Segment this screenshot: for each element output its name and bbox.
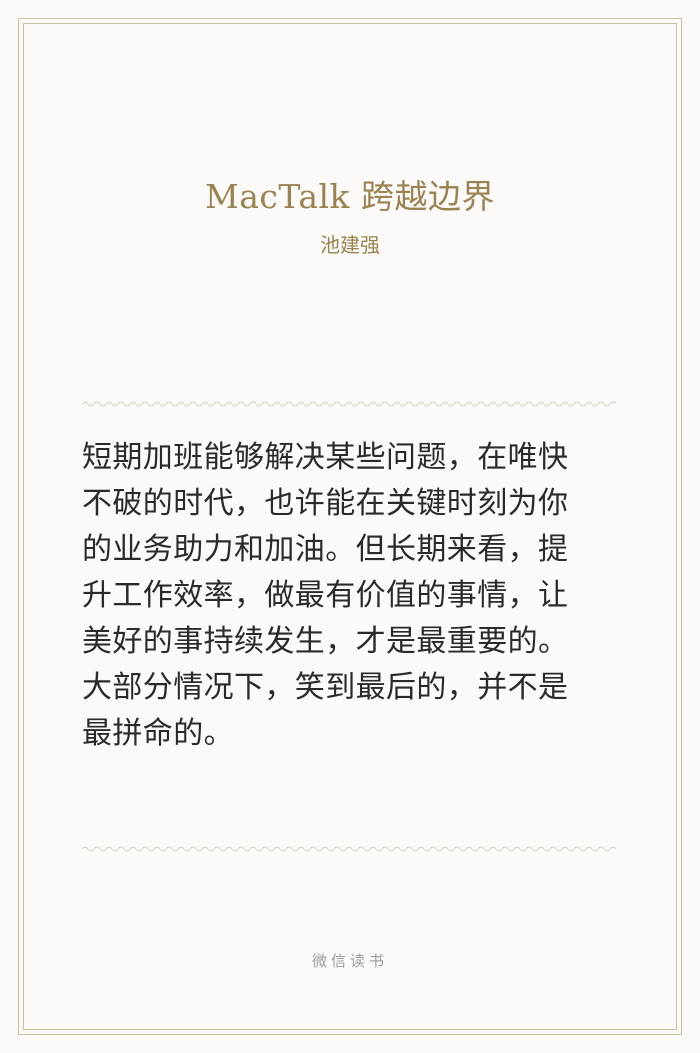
quote-line: 升工作效率，做最有价值的事情，让 (82, 578, 569, 613)
quote-line: 大部分情况下，笑到最后的，并不是 (82, 670, 569, 705)
quote-line: 最拼命的。 (82, 716, 234, 751)
book-author: 池建强 (320, 233, 380, 257)
wave-divider-top (82, 401, 617, 407)
quote-card: MacTalk 跨越边界 池建强 短期加班能够解决某些问题，在唯快 不破的时代，… (0, 0, 700, 1053)
book-title: MacTalk 跨越边界 (204, 177, 496, 216)
quote-line: 的业务助力和加油。但长期来看，提 (82, 532, 569, 567)
quote-line: 不破的时代，也许能在关键时刻为你 (82, 486, 569, 521)
quote-line: 短期加班能够解决某些问题，在唯快 (82, 440, 569, 475)
quote-text: 短期加班能够解决某些问题，在唯快 不破的时代，也许能在关键时刻为你 的业务助力和… (82, 435, 622, 757)
wave-divider-bottom (82, 846, 617, 852)
quote-line: 美好的事持续发生，才是最重要的。 (82, 624, 569, 659)
app-brand-label: 微信读书 (311, 952, 388, 970)
